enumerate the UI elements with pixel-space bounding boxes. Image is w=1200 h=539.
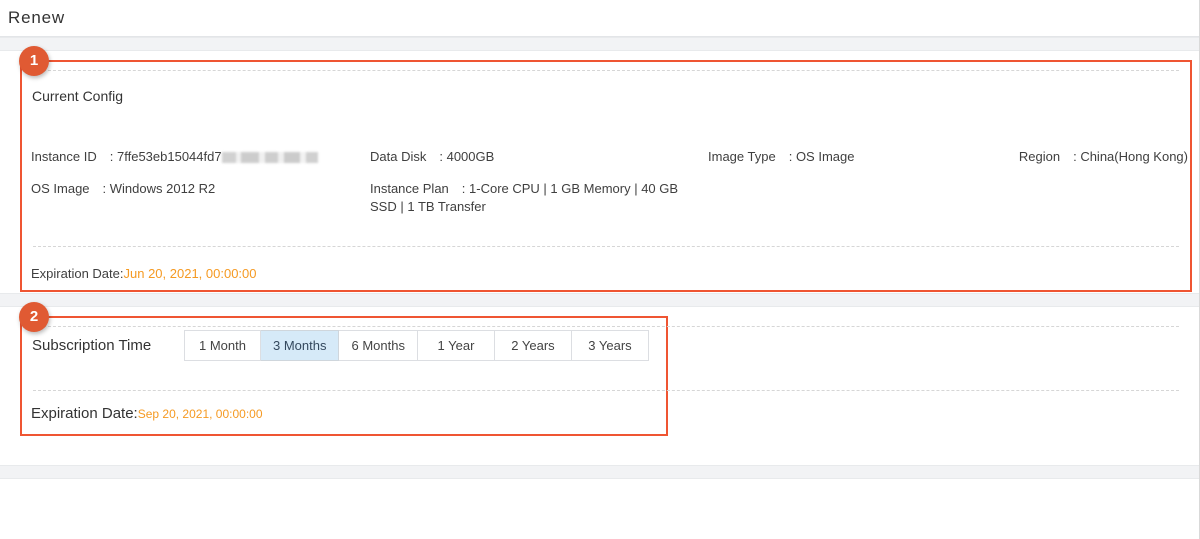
current-expiration-label: Expiration Date: bbox=[31, 266, 124, 281]
duration-option-6-months[interactable]: 6 Months bbox=[339, 330, 418, 361]
current-expiration-date: Expiration Date:Jun 20, 2021, 00:00:00 bbox=[31, 266, 257, 281]
section-divider-band bbox=[0, 37, 1199, 51]
redacted-mask bbox=[221, 152, 318, 163]
panel-gutter bbox=[20, 436, 668, 465]
step-badge-2: 2 bbox=[19, 302, 49, 332]
instance-id-label: Instance ID : bbox=[31, 149, 114, 164]
page-header: Renew bbox=[0, 0, 1199, 37]
subscription-time-heading: Subscription Time bbox=[32, 337, 152, 354]
dashed-separator bbox=[33, 326, 1179, 327]
data-disk-label: Data Disk : bbox=[370, 149, 443, 164]
os-image-value: Windows 2012 R2 bbox=[109, 181, 216, 196]
duration-option-1-year[interactable]: 1 Year bbox=[417, 330, 495, 361]
os-image-label: OS Image : bbox=[31, 181, 107, 196]
data-disk-field: Data Disk : 4000GB bbox=[370, 148, 494, 166]
duration-option-1-month[interactable]: 1 Month bbox=[184, 330, 261, 361]
subscription-duration-group[interactable]: 1 Month 3 Months 6 Months 1 Year 2 Years 3 Ye… bbox=[184, 330, 649, 361]
new-expiration-date: Expiration Date:Sep 20, 2021, 00:00:00 bbox=[31, 405, 263, 423]
image-type-value: OS Image bbox=[795, 149, 855, 164]
duration-option-2-years[interactable]: 2 Years bbox=[494, 330, 572, 361]
current-config-panel bbox=[20, 60, 1192, 292]
os-image-field: OS Image : Windows 2012 R2 bbox=[31, 180, 215, 198]
dashed-separator bbox=[33, 390, 1179, 391]
new-expiration-value: Sep 20, 2021, 00:00:00 bbox=[137, 407, 263, 421]
image-type-field: Image Type : OS Image bbox=[708, 148, 854, 166]
dashed-separator bbox=[33, 70, 1179, 71]
region-label: Region : bbox=[1018, 149, 1077, 164]
region-value: China(Hong Kong) bbox=[1080, 149, 1188, 164]
panel-gutter bbox=[0, 307, 20, 465]
page-title: Renew bbox=[8, 8, 65, 27]
current-expiration-value: Jun 20, 2021, 00:00:00 bbox=[123, 266, 257, 281]
image-type-label: Image Type : bbox=[708, 149, 793, 164]
duration-option-3-years[interactable]: 3 Years bbox=[571, 330, 649, 361]
instance-plan-label: Instance Plan : bbox=[370, 181, 466, 196]
section-divider-band bbox=[0, 293, 1199, 307]
new-expiration-label: Expiration Date: bbox=[31, 405, 138, 422]
renew-page: Renew 1 Current Config Instance ID : 7ff… bbox=[0, 0, 1200, 539]
region-field: Region : China(Hong Kong) bbox=[1019, 148, 1188, 166]
dashed-separator bbox=[33, 246, 1179, 247]
instance-id-value: 7ffe53eb15044fd7 bbox=[117, 149, 222, 164]
instance-id-field: Instance ID : 7ffe53eb15044fd7 bbox=[31, 148, 318, 166]
section-divider-band bbox=[0, 465, 1199, 479]
data-disk-value: 4000GB bbox=[446, 149, 495, 164]
panel-gutter bbox=[0, 51, 20, 293]
step-badge-1: 1 bbox=[19, 46, 49, 76]
current-config-heading: Current Config bbox=[32, 88, 124, 104]
instance-plan-field: Instance Plan : 1-Core CPU | 1 GB Memory… bbox=[370, 180, 700, 216]
terms-of-service-section: Terms of Service I have read and agree G… bbox=[0, 479, 1199, 539]
duration-option-3-months[interactable]: 3 Months bbox=[261, 330, 340, 361]
